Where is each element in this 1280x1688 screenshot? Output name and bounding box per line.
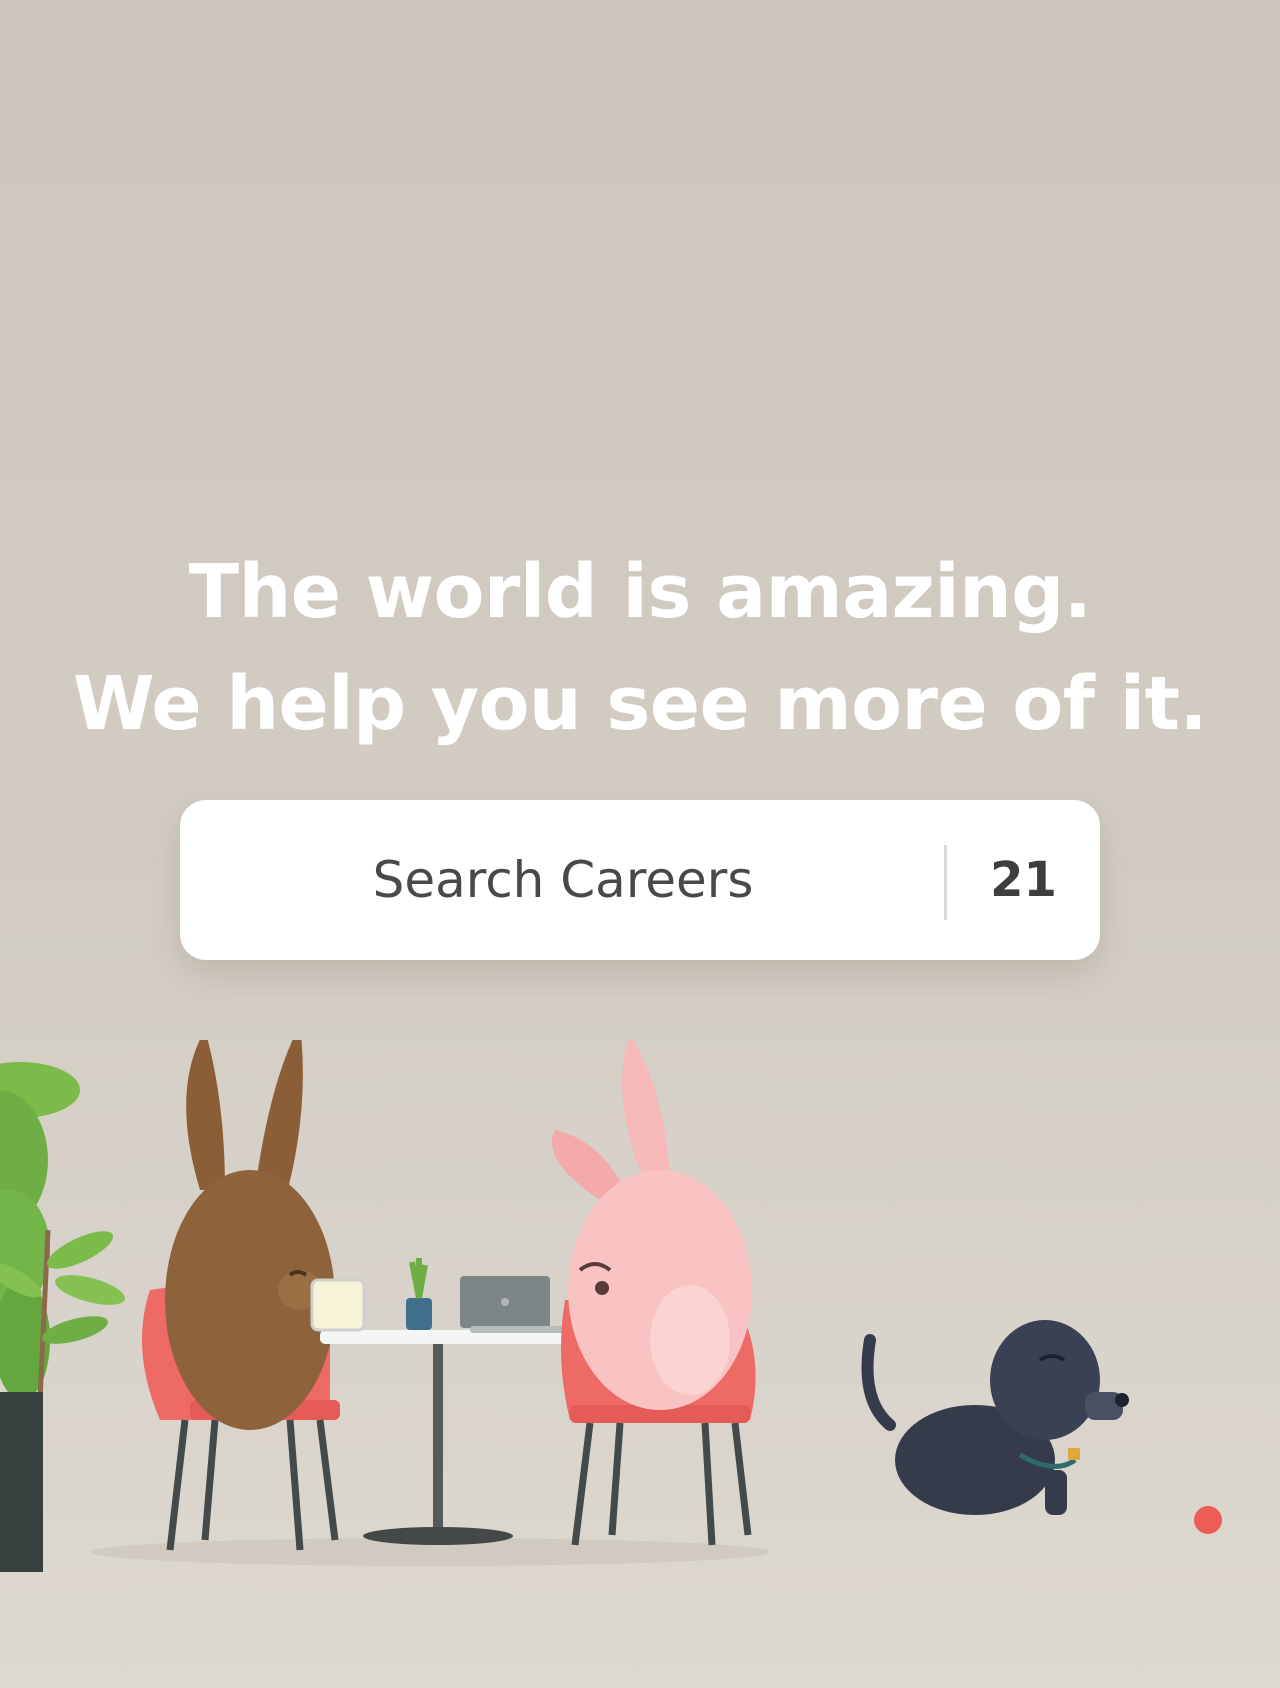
red-ball [1194, 1506, 1222, 1534]
careers-hero: The world is amazing. We help you see mo… [0, 0, 1280, 1688]
job-count-badge: 21 [990, 852, 1057, 908]
search-careers-button[interactable]: Search Careers 21 [180, 800, 1100, 960]
black-dog [861, 1320, 1129, 1515]
office-illustration [0, 1040, 1222, 1572]
brown-rabbit [165, 1040, 335, 1430]
headline-line-2: We help you see more of it. [72, 660, 1208, 747]
potted-plant [0, 1062, 125, 1572]
search-careers-label: Search Careers [372, 851, 754, 909]
headline-line-1: The world is amazing. [188, 548, 1092, 635]
hero-headline: The world is amazing. We help you see mo… [0, 536, 1280, 760]
